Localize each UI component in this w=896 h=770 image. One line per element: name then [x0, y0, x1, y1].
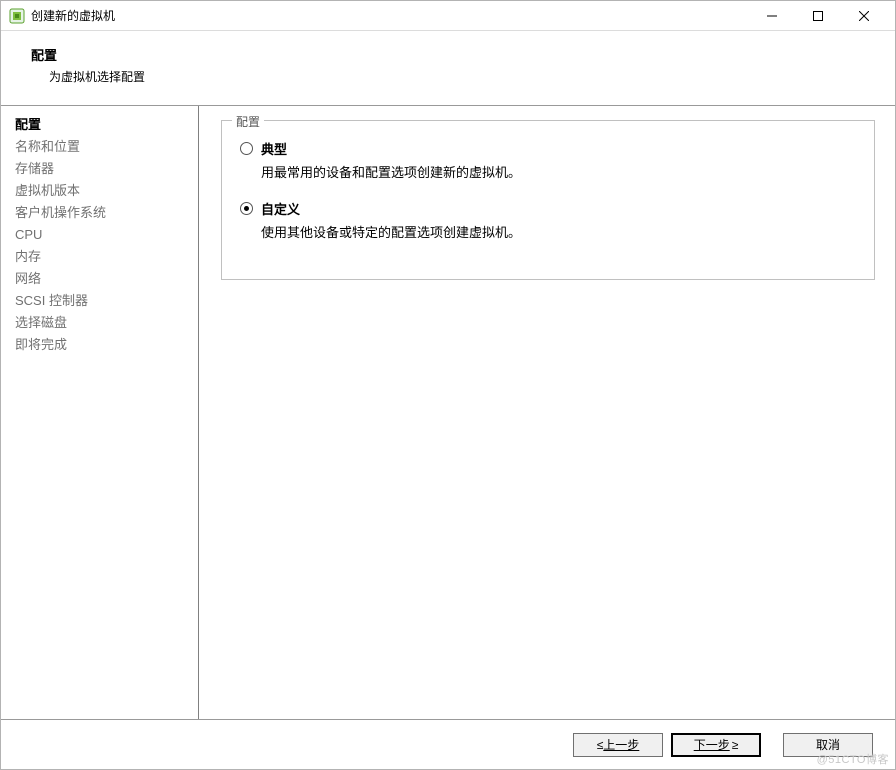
option-custom-label: 自定义 [261, 199, 300, 218]
option-typical: 典型 用最常用的设备和配置选项创建新的虚拟机。 [240, 139, 856, 181]
radio-custom[interactable] [240, 202, 253, 215]
titlebar-left: 创建新的虚拟机 [9, 7, 115, 24]
back-prefix: ≤ [597, 738, 604, 752]
minimize-button[interactable] [749, 2, 795, 30]
close-button[interactable] [841, 2, 887, 30]
option-custom-description: 使用其他设备或特定的配置选项创建虚拟机。 [261, 222, 856, 241]
option-custom: 自定义 使用其他设备或特定的配置选项创建虚拟机。 [240, 199, 856, 241]
step-name-location[interactable]: 名称和位置 [15, 136, 192, 158]
titlebar: 创建新的虚拟机 [1, 1, 895, 31]
button-bar: ≤上一步 下一步≥ 取消 [1, 719, 895, 769]
step-configuration[interactable]: 配置 [15, 114, 192, 136]
configuration-group: 配置 典型 用最常用的设备和配置选项创建新的虚拟机。 自定义 使用其他设备或特定… [221, 120, 875, 280]
vsphere-icon [9, 8, 25, 24]
back-label: 上一步 [603, 736, 639, 753]
step-cpu[interactable]: CPU [15, 224, 192, 246]
step-scsi-controller[interactable]: SCSI 控制器 [15, 290, 192, 312]
maximize-button[interactable] [795, 2, 841, 30]
step-vm-version[interactable]: 虚拟机版本 [15, 180, 192, 202]
option-typical-description: 用最常用的设备和配置选项创建新的虚拟机。 [261, 162, 856, 181]
page-subtitle: 为虚拟机选择配置 [31, 68, 877, 85]
window-title: 创建新的虚拟机 [31, 7, 115, 24]
step-select-disk[interactable]: 选择磁盘 [15, 312, 192, 334]
wizard-content: 配置 典型 用最常用的设备和配置选项创建新的虚拟机。 自定义 使用其他设备或特定… [199, 106, 895, 719]
step-ready-complete[interactable]: 即将完成 [15, 334, 192, 356]
radio-typical[interactable] [240, 142, 253, 155]
next-button[interactable]: 下一步≥ [671, 733, 761, 757]
window-controls [749, 2, 887, 30]
wizard-steps: 配置 名称和位置 存储器 虚拟机版本 客户机操作系统 CPU 内存 网络 SCS… [1, 106, 199, 719]
option-typical-label: 典型 [261, 139, 287, 158]
step-memory[interactable]: 内存 [15, 246, 192, 268]
back-button[interactable]: ≤上一步 [573, 733, 663, 757]
wizard-header: 配置 为虚拟机选择配置 [1, 31, 895, 106]
page-title: 配置 [31, 45, 877, 64]
step-storage[interactable]: 存储器 [15, 158, 192, 180]
next-suffix: ≥ [732, 738, 739, 752]
step-guest-os[interactable]: 客户机操作系统 [15, 202, 192, 224]
step-network[interactable]: 网络 [15, 268, 192, 290]
watermark-text: @51CTO博客 [817, 751, 889, 767]
next-label: 下一步 [694, 736, 730, 753]
group-legend: 配置 [232, 113, 264, 130]
wizard-window: 创建新的虚拟机 配置 为虚拟机选择配置 配置 名称和位置 存储器 虚拟机版本 客… [0, 0, 896, 770]
